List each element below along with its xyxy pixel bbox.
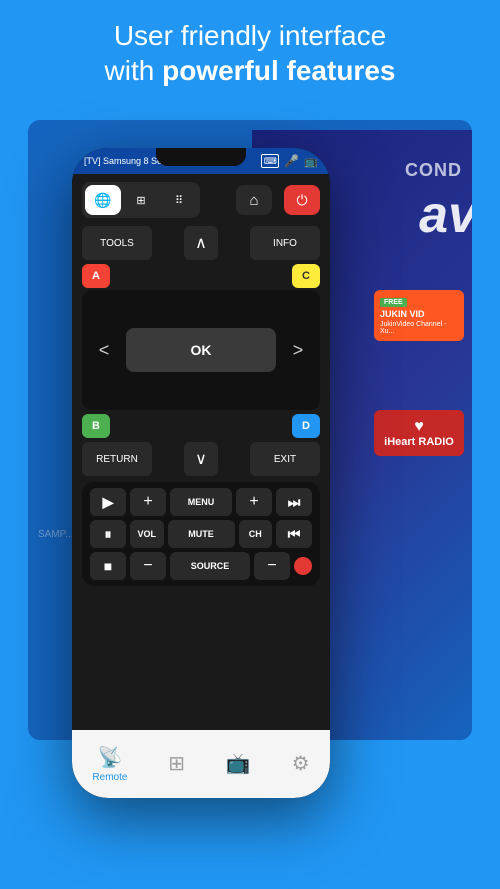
nav-apps[interactable]: ⊞: [156, 743, 197, 786]
phone-screen: [TV] Samsung 8 Series (5... ⌨ 🎤 📺 🌐 ⊞ ⠿ …: [72, 148, 330, 798]
header-line1: User friendly interface: [30, 18, 470, 53]
nav-down-center: [126, 372, 276, 410]
vol-label: VOL: [130, 520, 164, 548]
right-button[interactable]: >: [276, 328, 320, 372]
return-button[interactable]: RETURN: [82, 442, 152, 476]
power-button[interactable]: ⏻: [284, 185, 320, 215]
color-row-top: A C: [82, 264, 320, 288]
apps-nav-icon: ⊞: [168, 751, 185, 776]
phone: [TV] Samsung 8 Series (5... ⌨ 🎤 📺 🌐 ⊞ ⠿ …: [72, 148, 330, 798]
remote-nav-label: Remote: [92, 772, 127, 783]
ch-minus-button[interactable]: −: [254, 552, 290, 580]
play-button[interactable]: ▶: [90, 488, 126, 516]
numpad-button[interactable]: ⠿: [161, 185, 197, 215]
return-row: RETURN ∨ EXIT: [82, 442, 320, 476]
media-row-1: ▶ + MENU + ⏭: [90, 488, 312, 516]
tv-samsung-text: SAMP...: [38, 529, 73, 540]
nav-up-center: [126, 290, 276, 328]
tools-button[interactable]: TOOLS: [82, 226, 152, 260]
media-row-2: ⏸ VOL MUTE CH ⏮: [90, 520, 312, 548]
tv-jukin-title: JUKIN VID: [380, 309, 458, 319]
color-a-button[interactable]: A: [82, 264, 110, 288]
settings-nav-icon: ⚙: [292, 751, 310, 776]
nav-top-right: [276, 290, 320, 328]
record-button[interactable]: [294, 557, 312, 575]
phone-notch: [156, 148, 246, 166]
nav-pad: < OK >: [82, 290, 320, 410]
nav-cast[interactable]: 📺: [214, 743, 263, 786]
cast-nav-icon: 📺: [226, 751, 251, 776]
color-row-bottom: B D: [82, 414, 320, 438]
info-button[interactable]: INFO: [250, 226, 320, 260]
top-row: TOOLS ∧ INFO: [82, 226, 320, 260]
stop-button[interactable]: ■: [90, 552, 126, 580]
color-d-button[interactable]: D: [292, 414, 320, 438]
ch-plus-button[interactable]: +: [236, 488, 272, 516]
tv-condo-text: COND: [405, 160, 462, 181]
status-icons: ⌨ 🎤 📺: [261, 154, 318, 168]
tv-big-text: av: [419, 185, 472, 245]
touchpad-button[interactable]: ⊞: [123, 185, 159, 215]
mute-button[interactable]: MUTE: [168, 520, 235, 548]
tv-free-badge: FREE: [380, 298, 407, 307]
vol-plus-button[interactable]: +: [130, 488, 166, 516]
tv-iheart-title: iHeart RADIO: [382, 436, 456, 448]
tv-jukin-card: FREE JUKIN VID JukinVideo Channel - Xu..…: [374, 290, 464, 341]
header-text: User friendly interface with powerful fe…: [0, 18, 500, 88]
keyboard-icon[interactable]: ⌨: [261, 154, 279, 168]
nav-top-left: [82, 290, 126, 328]
color-c-button[interactable]: C: [292, 264, 320, 288]
tv-iheart-icon: ♥: [382, 418, 456, 436]
tv-iheart-card: ♥ iHeart RADIO: [374, 410, 464, 456]
nav-remote[interactable]: 📡 Remote: [80, 737, 139, 791]
down-button[interactable]: ∨: [184, 442, 218, 476]
bottom-controls: ▶ + MENU + ⏭ ⏸ VOL MUTE CH ⏮ ■ −: [82, 482, 320, 586]
remote-area: TOOLS ∧ INFO A C < OK >: [72, 226, 330, 798]
nav-bot-left: [82, 372, 126, 410]
toolbar: 🌐 ⊞ ⠿ ⌂ ⏻: [72, 174, 330, 226]
globe-button[interactable]: 🌐: [85, 185, 121, 215]
up-button[interactable]: ∧: [184, 226, 218, 260]
ch-label: CH: [239, 520, 273, 548]
mic-icon[interactable]: 🎤: [284, 154, 299, 168]
exit-button[interactable]: EXIT: [250, 442, 320, 476]
vol-minus-button[interactable]: −: [130, 552, 166, 580]
menu-button[interactable]: MENU: [170, 488, 232, 516]
nav-settings[interactable]: ⚙: [280, 743, 322, 786]
cast-icon[interactable]: 📺: [304, 155, 318, 168]
bottom-nav: 📡 Remote ⊞ 📺 ⚙: [72, 730, 330, 798]
tv-jukin-sub: JukinVideo Channel - Xu...: [380, 321, 458, 335]
ok-button[interactable]: OK: [126, 328, 276, 372]
media-row-3: ■ − SOURCE −: [90, 552, 312, 580]
remote-nav-icon: 📡: [97, 745, 122, 770]
header-line2: with powerful features: [30, 53, 470, 88]
pause-button[interactable]: ⏸: [90, 520, 126, 548]
left-button[interactable]: <: [82, 328, 126, 372]
rw-button[interactable]: ⏮: [276, 520, 312, 548]
color-b-button[interactable]: B: [82, 414, 110, 438]
source-button[interactable]: SOURCE: [170, 552, 250, 580]
home-button[interactable]: ⌂: [236, 185, 272, 215]
nav-bot-right: [276, 372, 320, 410]
ff-button[interactable]: ⏭: [276, 488, 312, 516]
